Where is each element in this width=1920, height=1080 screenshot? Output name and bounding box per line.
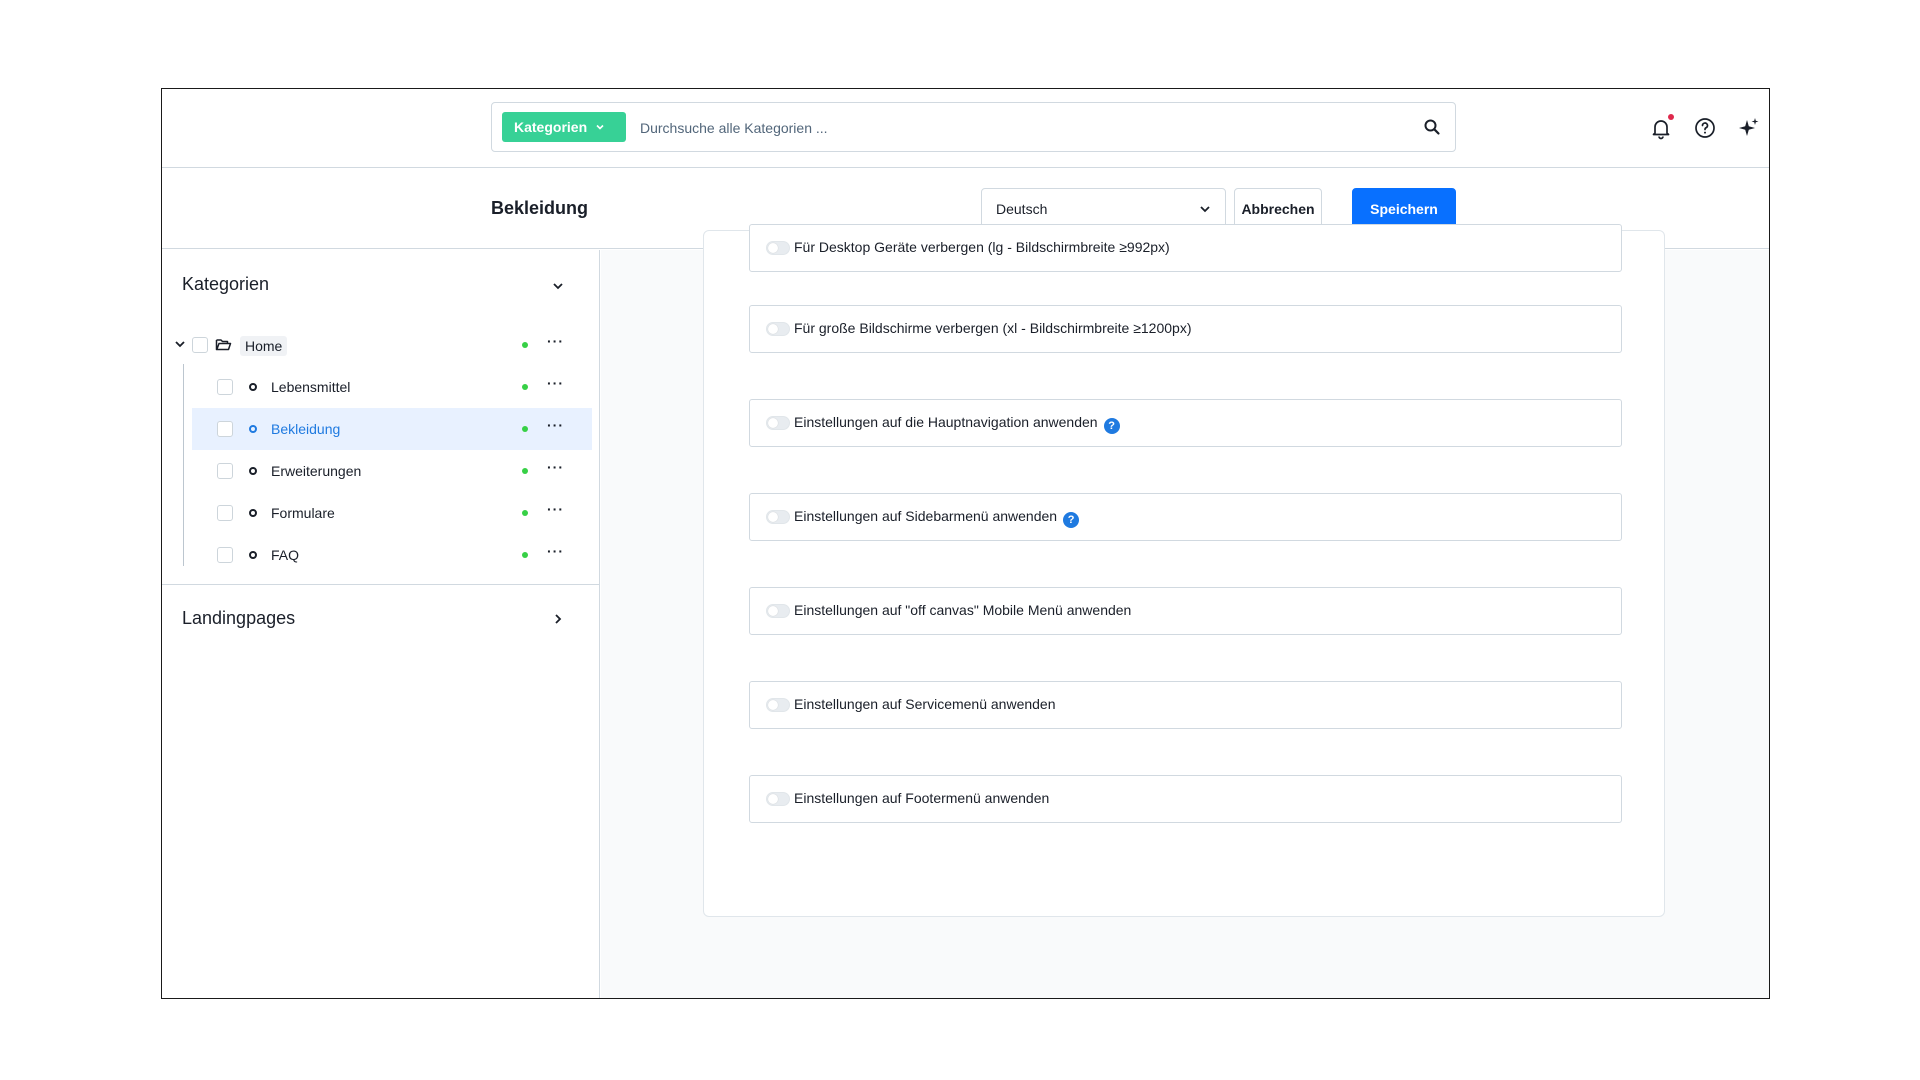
help-icon[interactable]: ? (1103, 418, 1120, 434)
option-label: Einstellungen auf Footermenü anwenden (794, 790, 1050, 806)
option-sidebar-menu: Einstellungen auf Sidebarmenü anwenden? (749, 493, 1622, 541)
option-label-wrap: Einstellungen auf Sidebarmenü anwenden? (794, 508, 1080, 528)
more-actions-icon[interactable]: ··· (547, 418, 564, 432)
categories-heading: Kategorien (182, 274, 270, 294)
admin-window: Kategorien Durchsuche alle Kategorien ..… (161, 88, 1770, 999)
tree-item-label: FAQ (271, 547, 300, 563)
landingpages-heading[interactable]: Landingpages (182, 608, 295, 629)
tree-item-bekleidung[interactable]: Bekleidung ··· (192, 408, 592, 450)
more-actions-icon[interactable]: ··· (547, 502, 564, 516)
more-actions-icon[interactable]: ··· (547, 376, 564, 390)
chevron-right-icon[interactable] (551, 612, 565, 626)
more-actions-icon[interactable]: ··· (547, 334, 564, 348)
footer-menu-toggle[interactable] (766, 792, 790, 806)
chevron-down-icon (596, 124, 604, 130)
sidebar-divider (162, 584, 599, 585)
status-active-dot (522, 510, 528, 516)
chevron-down-icon[interactable] (174, 338, 186, 350)
tree-item-checkbox[interactable] (192, 337, 208, 353)
option-service-menu: Einstellungen auf Servicemenü anwenden (749, 681, 1622, 729)
tree-item-label: Lebensmittel (271, 379, 351, 395)
tree-item-formulare[interactable]: Formulare ··· (192, 492, 592, 534)
notifications-bell-icon[interactable] (1649, 114, 1674, 140)
tree-item-label: Formulare (271, 505, 335, 521)
category-node-icon (249, 509, 257, 517)
tree-item-checkbox[interactable] (217, 505, 233, 521)
tree-item-checkbox[interactable] (217, 421, 233, 437)
option-label: Für große Bildschirme verbergen (xl - Bi… (794, 320, 1192, 336)
sidebar-menu-toggle[interactable] (766, 510, 790, 524)
tree-item-lebensmittel[interactable]: Lebensmittel ··· (192, 366, 592, 408)
option-label: Einstellungen auf die Hauptnavigation an… (794, 414, 1098, 430)
search-type-label: Kategorien (514, 119, 588, 135)
option-footer-menu: Einstellungen auf Footermenü anwenden (749, 775, 1622, 823)
language-select[interactable]: Deutsch (981, 188, 1226, 229)
tree-item-checkbox[interactable] (217, 379, 233, 395)
more-actions-icon[interactable]: ··· (547, 460, 564, 474)
status-active-dot (522, 552, 528, 558)
category-node-icon (249, 467, 257, 475)
main-content: Für Desktop Geräte verbergen (lg - Bilds… (601, 224, 1769, 998)
tree-item-erweiterungen[interactable]: Erweiterungen ··· (192, 450, 592, 492)
offcanvas-menu-toggle[interactable] (766, 604, 790, 618)
status-active-dot (522, 342, 528, 348)
search-input[interactable] (640, 115, 1400, 141)
cancel-button[interactable]: Abbrechen (1234, 188, 1322, 229)
tree-item-home[interactable]: Home ··· (172, 324, 572, 366)
search-type-selector[interactable]: Kategorien (502, 112, 626, 142)
chevron-down-icon (1200, 206, 1210, 213)
tree-item-label: Home (240, 336, 288, 356)
option-label: Einstellungen auf Servicemenü anwenden (794, 696, 1056, 712)
option-label: Einstellungen auf "off canvas" Mobile Me… (794, 602, 1132, 618)
tree-item-checkbox[interactable] (217, 463, 233, 479)
main-navigation-toggle[interactable] (766, 416, 790, 430)
hide-desktop-toggle[interactable] (766, 241, 790, 255)
visibility-settings-card: Für Desktop Geräte verbergen (lg - Bilds… (703, 224, 1665, 917)
page-title: Bekleidung (491, 198, 589, 218)
category-node-icon (249, 383, 257, 391)
status-active-dot (522, 468, 528, 474)
category-node-icon (249, 551, 257, 559)
save-button[interactable]: Speichern (1352, 188, 1456, 229)
tree-item-checkbox[interactable] (217, 547, 233, 563)
tree-item-label: Bekleidung (271, 421, 341, 437)
help-icon[interactable]: ? (1063, 512, 1080, 528)
status-active-dot (522, 426, 528, 432)
option-offcanvas-menu: Einstellungen auf "off canvas" Mobile Me… (749, 587, 1622, 635)
option-hide-large-screens: Für große Bildschirme verbergen (xl - Bi… (749, 305, 1622, 353)
chevron-down-icon[interactable] (551, 279, 565, 293)
search-icon[interactable] (1423, 118, 1441, 136)
tree-item-faq[interactable]: FAQ ··· (192, 534, 592, 576)
folder-open-icon (215, 339, 232, 351)
status-active-dot (522, 384, 528, 390)
option-label-wrap: Einstellungen auf die Hauptnavigation an… (794, 414, 1120, 434)
service-menu-toggle[interactable] (766, 698, 790, 712)
global-search: Kategorien (491, 102, 1456, 152)
category-node-icon (249, 425, 257, 433)
category-tree-sidebar: Kategorien Home ··· Lebensmittel ··· Bek… (162, 250, 600, 998)
more-actions-icon[interactable]: ··· (547, 544, 564, 558)
top-bar: Kategorien (162, 89, 1769, 168)
help-circle-icon[interactable] (1693, 116, 1717, 140)
hide-large-screens-toggle[interactable] (766, 322, 790, 336)
language-select-value: Deutsch (996, 200, 1048, 217)
option-hide-desktop: Für Desktop Geräte verbergen (lg - Bilds… (749, 224, 1622, 272)
sparkles-ai-icon[interactable] (1737, 116, 1761, 140)
option-label: Einstellungen auf Sidebarmenü anwenden (794, 508, 1058, 524)
tree-connector-line (183, 364, 184, 566)
notification-badge (1668, 114, 1674, 120)
option-main-navigation: Einstellungen auf die Hauptnavigation an… (749, 399, 1622, 447)
option-label: Für Desktop Geräte verbergen (lg - Bilds… (794, 239, 1170, 255)
tree-item-label: Erweiterungen (271, 463, 362, 479)
